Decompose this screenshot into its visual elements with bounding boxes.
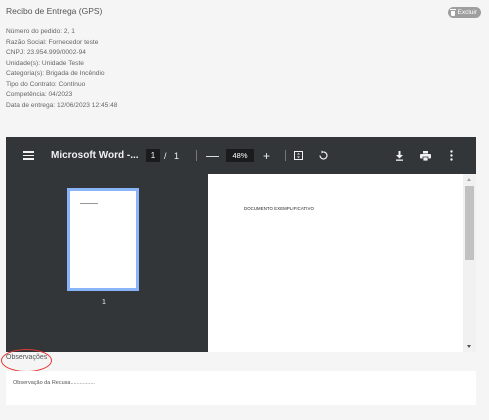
contract-type: Tipo do Contrato: Contínuo <box>6 80 86 88</box>
rotate-icon[interactable] <box>318 137 329 174</box>
thumbnail-sidebar: 1 <box>6 174 208 352</box>
page-separator: / <box>164 150 167 161</box>
zoom-out-button[interactable]: — <box>206 137 219 174</box>
more-vert-icon[interactable] <box>450 137 453 174</box>
document-title: Microsoft Word -... <box>51 150 139 161</box>
menu-icon[interactable] <box>23 137 34 174</box>
zoom-input[interactable]: 48% <box>226 149 254 162</box>
page-number-input[interactable]: 1 <box>146 149 160 162</box>
vertical-scrollbar[interactable] <box>463 174 476 352</box>
units: Unidade(s): Unidade Teste <box>6 59 84 67</box>
company-name: Razão Social: Fornecedor teste <box>6 38 99 46</box>
scrollbar-thumb[interactable] <box>465 186 474 260</box>
receipt-details: Número do pedido: 2, 1 Razão Social: For… <box>6 27 117 111</box>
scroll-up-arrow-icon[interactable] <box>467 178 471 181</box>
download-icon[interactable] <box>395 137 404 174</box>
fit-page-icon[interactable] <box>294 151 303 160</box>
delete-button-label: Excluir <box>457 9 477 16</box>
toolbar-divider <box>196 150 197 161</box>
delivery-date: Data de entrega: 12/06/2023 12:45:48 <box>6 101 118 109</box>
zoom-in-button[interactable]: + <box>263 137 270 174</box>
highlight-circle <box>1 349 52 372</box>
page-thumbnail[interactable] <box>67 188 139 291</box>
toolbar-divider <box>285 150 286 161</box>
document-view[interactable]: DOCUMENTO EXEMPLIFICATIVO <box>208 174 463 352</box>
categories: Categoria(s): Brigada de Incêndio <box>6 70 105 77</box>
pdf-viewer: Microsoft Word -... 1 / 1 — 48% + 1 DOCU… <box>6 137 476 352</box>
scroll-down-arrow-icon[interactable] <box>467 345 471 348</box>
thumbnail-text-line <box>80 203 98 204</box>
total-pages: 1 <box>174 150 180 161</box>
cnpj: CNPJ: 23.954.999/0002-94 <box>6 49 86 56</box>
pdf-toolbar: Microsoft Word -... 1 / 1 — 48% + <box>6 137 476 174</box>
observations-box: Observação da Recusa................ <box>6 371 476 405</box>
order-number: Número do pedido: 2, 1 <box>6 28 75 35</box>
observations-text: Observação da Recusa................ <box>13 380 95 386</box>
document-page: DOCUMENTO EXEMPLIFICATIVO <box>208 174 463 352</box>
trash-icon <box>450 8 457 16</box>
print-icon[interactable] <box>420 137 431 174</box>
document-heading: DOCUMENTO EXEMPLIFICATIVO <box>244 206 314 211</box>
page-title: Recibo de Entrega (GPS) <box>6 6 103 16</box>
delete-button[interactable]: Excluir <box>448 7 481 18</box>
thumbnail-page-number: 1 <box>102 299 106 306</box>
competence: Competência: 04/2023 <box>6 91 73 98</box>
